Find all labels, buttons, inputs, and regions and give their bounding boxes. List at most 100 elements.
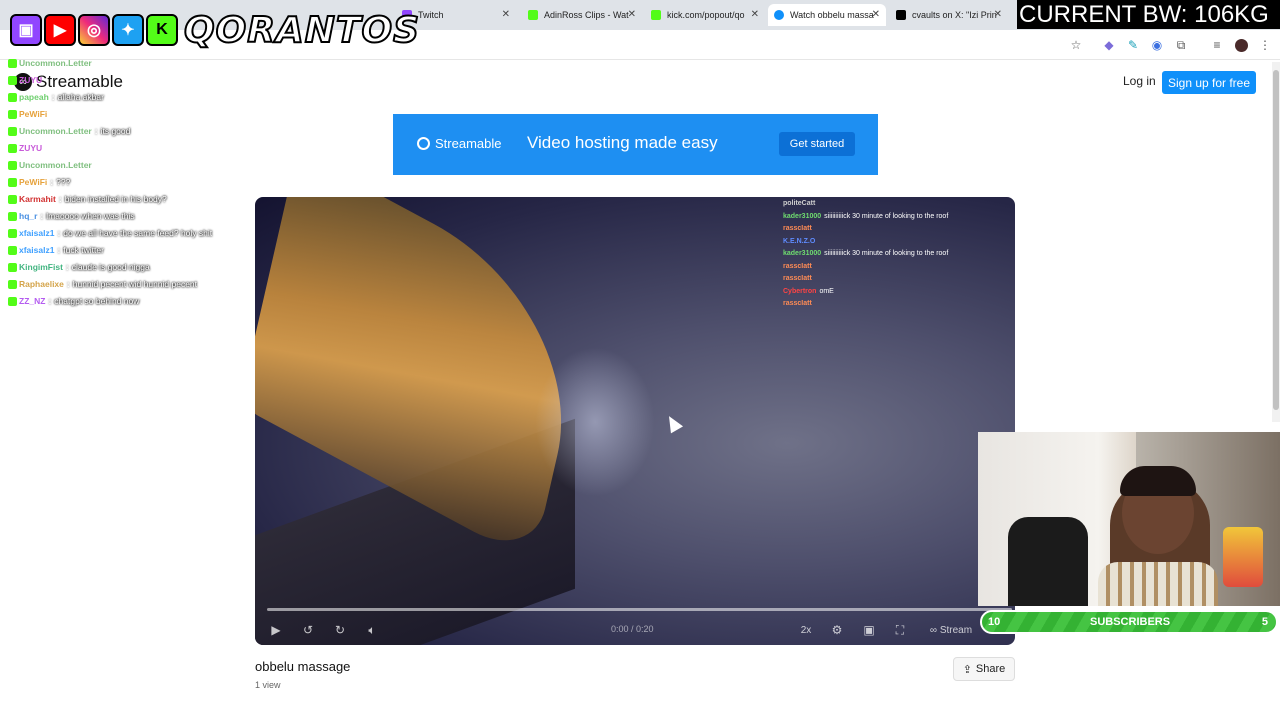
star-icon[interactable]: ☆ xyxy=(1068,37,1084,53)
close-icon[interactable]: ✕ xyxy=(994,9,1002,20)
kick-badge-icon xyxy=(8,229,17,238)
puzzle-icon[interactable]: ⧉ xyxy=(1173,37,1189,53)
view-count: 1 view xyxy=(255,680,281,690)
chat-line: Karmahit: biden installed in his body? xyxy=(8,191,258,208)
get-started-button[interactable]: Get started xyxy=(779,132,855,156)
chat-username: Uncommon.Letter xyxy=(19,126,92,136)
chat-username: K.E.N.Z.O xyxy=(783,237,816,245)
chat-message: lmaoooo when was this xyxy=(46,211,135,221)
chat-username: xfaisalz1 xyxy=(19,245,55,255)
close-icon[interactable]: ✕ xyxy=(502,9,510,20)
chat-username: rasscIatt xyxy=(783,275,812,282)
kick-icon: K xyxy=(146,14,178,46)
chat-line: xfaisalz1: fuck twitter xyxy=(8,242,258,259)
chat-message: allaha akbar xyxy=(57,92,104,102)
chat-line: Uncommon.Letter xyxy=(8,157,258,174)
chat-username: Karmahit xyxy=(19,194,56,204)
chat-username: PeWiFi xyxy=(19,177,48,187)
tab-label: Twitch xyxy=(418,10,444,20)
audio-icon[interactable]: ◉ xyxy=(1149,37,1165,53)
rewind-icon[interactable]: ↺ xyxy=(299,621,317,639)
promo-banner[interactable]: Streamable Video hosting made easy Get s… xyxy=(393,114,878,175)
chat-username: rasscIatt xyxy=(783,300,812,307)
streamable-watermark[interactable]: ∞ Stream xyxy=(921,621,981,639)
kick-badge-icon xyxy=(8,195,17,204)
close-icon[interactable]: ✕ xyxy=(872,9,880,20)
video-chat-line: rasscIatt xyxy=(783,223,1013,236)
chat-username: ZZ_NZ xyxy=(19,296,46,306)
chat-line: ZUYU xyxy=(8,72,258,89)
chat-username: politeCatt xyxy=(783,200,816,207)
chat-line: papeah: allaha akbar xyxy=(8,89,258,106)
tab-streamable[interactable]: Watch obbelu massa ✕ xyxy=(768,4,886,26)
tab-kick-popout[interactable]: kick.com/popout/qo ✕ xyxy=(645,4,765,26)
video-chat-line: K.E.N.Z.O xyxy=(783,236,1013,249)
streamer-hair xyxy=(1120,466,1196,496)
kick-badge-icon xyxy=(8,93,17,102)
translate-icon[interactable]: ✎ xyxy=(1125,37,1141,53)
pip-icon[interactable]: ▣ xyxy=(860,621,878,639)
kick-badge-icon xyxy=(8,280,17,289)
youtube-icon: ▶ xyxy=(44,14,76,46)
fullscreen-icon[interactable]: ⛶ xyxy=(891,621,909,639)
extension-icon[interactable]: ◆ xyxy=(1101,37,1117,53)
tab-x[interactable]: cvaults on X: "Izi Prin ✕ xyxy=(890,4,1008,26)
kick-icon xyxy=(651,10,661,20)
avatar[interactable] xyxy=(1233,37,1249,53)
banner-logo-text: Streamable xyxy=(435,136,502,151)
kick-badge-icon xyxy=(8,59,17,68)
kick-badge-icon xyxy=(8,178,17,187)
plush-toy xyxy=(1223,527,1263,587)
video-chat-line: kader31000 siiiiiiiiiick 30 minute of loo… xyxy=(783,248,1013,261)
share-button[interactable]: ⇪ Share xyxy=(953,657,1015,681)
video-chat-line: rasscIatt xyxy=(783,298,1013,311)
menu-icon[interactable]: ⋮ xyxy=(1257,37,1273,53)
chat-username: Uncommon.Letter xyxy=(19,160,92,170)
chat-username: Cybertron xyxy=(783,287,817,295)
social-icons: ▣ ▶ ◎ ✦ K QORANTOS xyxy=(10,8,420,52)
video-progress-bar[interactable] xyxy=(267,608,1012,611)
signup-button[interactable]: Sign up for free xyxy=(1162,71,1256,94)
close-icon[interactable]: ✕ xyxy=(628,9,636,20)
tab-label: Watch obbelu massa xyxy=(790,10,874,20)
video-title: obbelu massage xyxy=(255,659,351,674)
video-time: 0:00 / 0:20 xyxy=(611,624,654,634)
play-icon[interactable]: ▶ xyxy=(267,621,285,639)
chat-message: hunnid pecent wid hunnid pecent xyxy=(72,279,198,289)
chat-username: papeah xyxy=(19,92,49,102)
chat-message: chatgpt so behind now xyxy=(54,296,140,306)
kick-badge-icon xyxy=(8,161,17,170)
speed-button[interactable]: 2x xyxy=(797,621,815,639)
chat-message: siiiiiiiiiick 30 minute of looking to th… xyxy=(824,250,949,257)
close-icon[interactable]: ✕ xyxy=(751,9,759,20)
chat-separator: : xyxy=(58,194,62,204)
tab-label: AdinRoss Clips - Wat xyxy=(544,10,629,20)
kick-badge-icon xyxy=(8,297,17,306)
forward-icon[interactable]: ↻ xyxy=(331,621,349,639)
volume-icon[interactable]: 🔈︎ xyxy=(363,621,381,639)
mouse-cursor xyxy=(662,412,684,434)
chat-separator: : xyxy=(48,296,52,306)
page: Twitch ✕ AdinRoss Clips - Wat ✕ kick.com… xyxy=(0,0,1280,720)
twitch-icon: ▣ xyxy=(10,14,42,46)
chat-message: do we all have the same feed? holy shit xyxy=(63,228,213,238)
tab-adinross[interactable]: AdinRoss Clips - Wat ✕ xyxy=(522,4,642,26)
kick-badge-icon xyxy=(8,212,17,221)
scrollbar-thumb[interactable] xyxy=(1273,70,1279,410)
chat-username: PeWiFi xyxy=(19,109,48,119)
gear-icon[interactable]: ⚙ xyxy=(828,621,846,639)
chat-username: rasscIatt xyxy=(783,262,812,270)
chat-separator: : xyxy=(94,126,98,136)
chat-line: PeWiFi:??? xyxy=(8,174,258,191)
chat-line: hq_r: lmaoooo when was this xyxy=(8,208,258,225)
media-icon[interactable]: ≡ xyxy=(1209,37,1225,53)
chat-username: ZUYU xyxy=(19,143,43,153)
login-link[interactable]: Log in xyxy=(1123,74,1156,88)
kick-icon xyxy=(528,10,538,20)
webcam-feed xyxy=(978,432,1280,606)
subs-count: 10 xyxy=(988,616,1001,628)
gaming-chair xyxy=(1008,517,1088,606)
video-player[interactable]: politeCatt kader31000 siiiiiiiiiick 30 min… xyxy=(255,197,1015,645)
chat-separator: : xyxy=(57,245,61,255)
video-controls: ▶ ↺ ↻ 🔈︎ 0:00 / 0:20 2x ⚙ ▣ ⛶ ∞ Stream xyxy=(255,615,1015,645)
